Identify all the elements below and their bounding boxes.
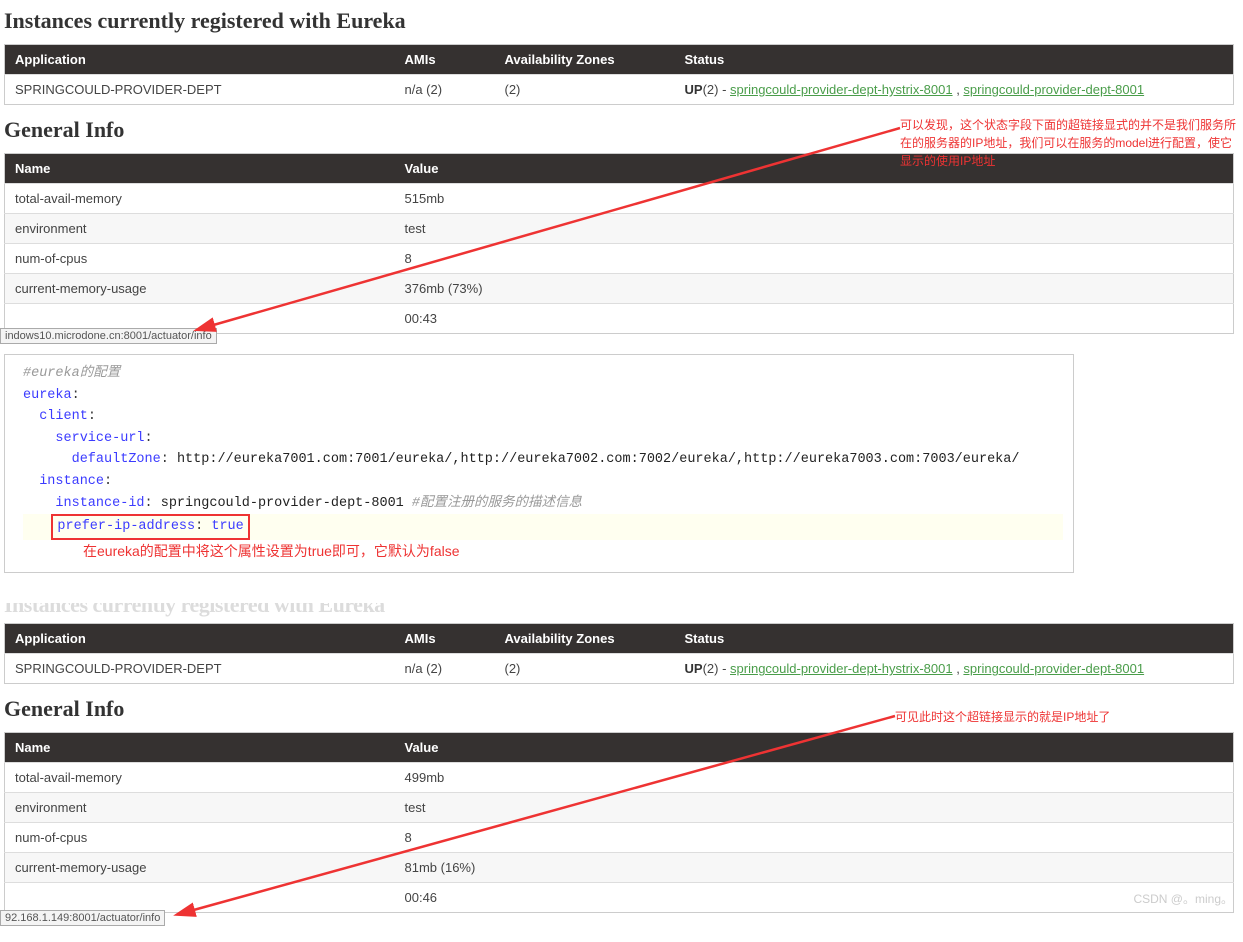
cell-zones: (2) — [495, 654, 675, 684]
general-info-table-2: Name Value total-avail-memory499mb envir… — [4, 732, 1234, 913]
general-row: current-memory-usage376mb (73%) — [5, 274, 1234, 304]
instance-link-2[interactable]: springcould-provider-dept-8001 — [963, 82, 1144, 97]
status-count: (2) — [703, 82, 719, 97]
th-application: Application — [5, 45, 395, 75]
prefer-ip-highlight: prefer-ip-address: true — [51, 514, 249, 540]
general-row: total-avail-memory515mb — [5, 184, 1234, 214]
instances-heading: Instances currently registered with Eure… — [4, 8, 1243, 34]
th-application: Application — [5, 624, 395, 654]
eureka-section-1: Instances currently registered with Eure… — [0, 8, 1243, 334]
cell-app: SPRINGCOULD-PROVIDER-DEPT — [5, 75, 395, 105]
instances-heading-cut: Instances currently registered with Eure… — [4, 603, 1243, 617]
cell-amis: n/a (2) — [395, 654, 495, 684]
general-row: 00:46 — [5, 883, 1234, 913]
th-amis: AMIs — [395, 45, 495, 75]
th-name: Name — [5, 154, 395, 184]
general-row: num-of-cpus8 — [5, 823, 1234, 853]
instance-link-1[interactable]: springcould-provider-dept-hystrix-8001 — [730, 82, 953, 97]
th-zones: Availability Zones — [495, 45, 675, 75]
instance-row: SPRINGCOULD-PROVIDER-DEPT n/a (2) (2) UP… — [5, 75, 1234, 105]
annotation-1: 可以发现，这个状态字段下面的超链接显式的并不是我们服务所在的服务器的IP地址，我… — [900, 116, 1240, 170]
cell-app: SPRINGCOULD-PROVIDER-DEPT — [5, 654, 395, 684]
instance-link-2[interactable]: springcould-provider-dept-8001 — [963, 661, 1144, 676]
status-up-label: UP — [685, 661, 703, 676]
cell-status: UP(2) - springcould-provider-dept-hystri… — [675, 75, 1234, 105]
general-row: environmenttest — [5, 214, 1234, 244]
general-row: environmenttest — [5, 793, 1234, 823]
th-name: Name — [5, 733, 395, 763]
cell-zones: (2) — [495, 75, 675, 105]
instance-link-1[interactable]: springcould-provider-dept-hystrix-8001 — [730, 661, 953, 676]
cell-amis: n/a (2) — [395, 75, 495, 105]
instance-row: SPRINGCOULD-PROVIDER-DEPT n/a (2) (2) UP… — [5, 654, 1234, 684]
general-row: num-of-cpus8 — [5, 244, 1234, 274]
hover-url-tooltip: indows10.microdone.cn:8001/actuator/info — [0, 328, 217, 344]
general-info-table: Name Value total-avail-memory515mb envir… — [4, 153, 1234, 334]
instances-table-2: Application AMIs Availability Zones Stat… — [4, 623, 1234, 684]
cell-status: UP(2) - springcould-provider-dept-hystri… — [675, 654, 1234, 684]
general-row: total-avail-memory499mb — [5, 763, 1234, 793]
general-row: current-memory-usage81mb (16%) — [5, 853, 1234, 883]
status-count: (2) — [703, 661, 719, 676]
th-status: Status — [675, 45, 1234, 75]
th-amis: AMIs — [395, 624, 495, 654]
annotation-2: 可见此时这个超链接显示的就是IP地址了 — [895, 708, 1110, 726]
instances-table: Application AMIs Availability Zones Stat… — [4, 44, 1234, 105]
code-annotation: 在eureka的配置中将这个属性设置为true即可，它默认为false — [83, 540, 460, 562]
th-status: Status — [675, 624, 1234, 654]
status-up-label: UP — [685, 82, 703, 97]
hover-url-tooltip-2: 92.168.1.149:8001/actuator/info — [0, 910, 165, 926]
csdn-watermark: CSDN @。ming。 — [1133, 890, 1233, 907]
eureka-section-2: Instances currently registered with Eure… — [0, 603, 1243, 913]
code-comment: #eureka的配置 — [23, 366, 120, 381]
th-zones: Availability Zones — [495, 624, 675, 654]
yaml-config-block: #eureka的配置 eureka: client: service-url: … — [4, 354, 1074, 573]
th-value: Value — [395, 733, 1234, 763]
